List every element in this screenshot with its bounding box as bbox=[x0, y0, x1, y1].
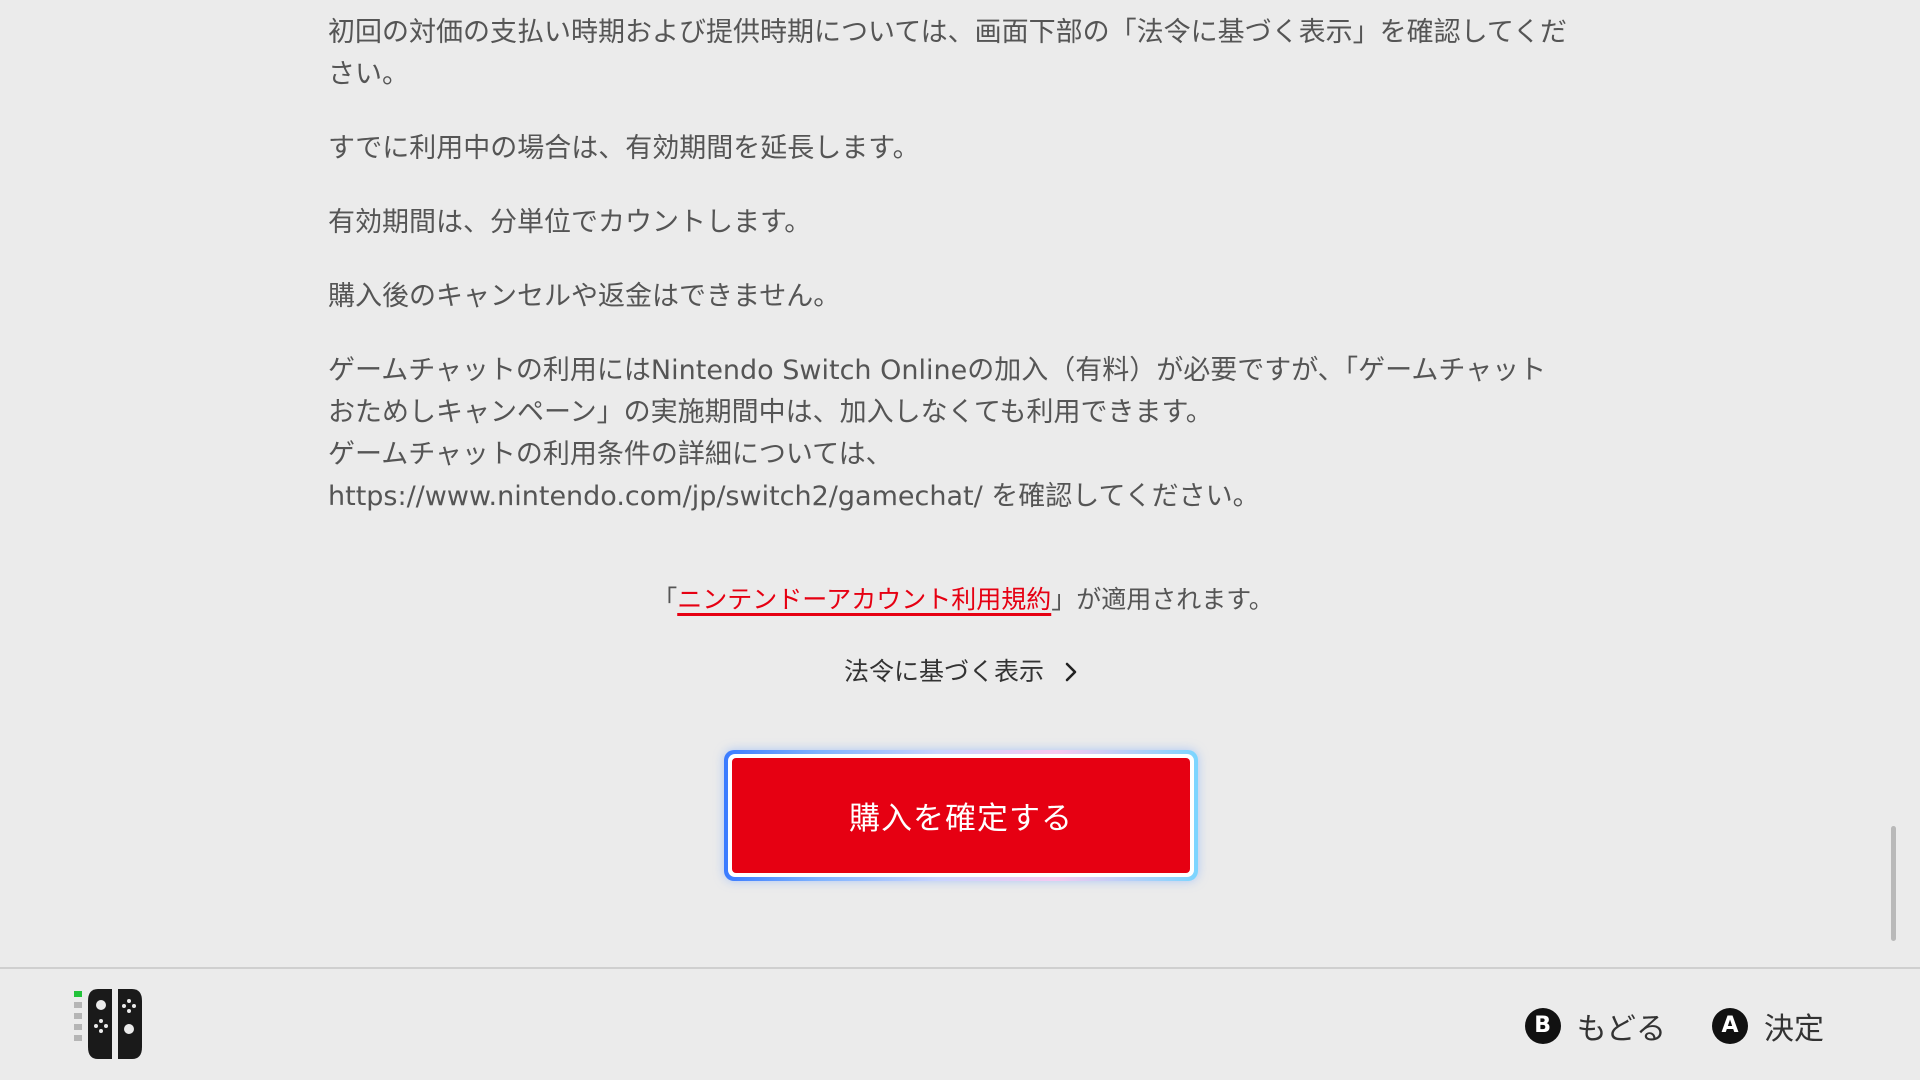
confirm-hint[interactable]: A 決定 bbox=[1712, 1004, 1824, 1048]
extension-note: すでに利用中の場合は、有効期間を延長します。 bbox=[328, 133, 920, 164]
payment-timing-note: 初回の対価の支払い時期および提供時期については、画面下部の「法令に基づく表示」を… bbox=[328, 12, 1598, 96]
note-line: 初回の対価の支払い時期および提供時期については、画面下部の「法令に基づく表示」を… bbox=[328, 17, 1568, 48]
a-button-icon: A bbox=[1712, 1007, 1748, 1044]
minute-count-note: 有効期間は、分単位でカウントします。 bbox=[328, 207, 812, 238]
legal-notice-row: 法令に基づく表示 bbox=[328, 652, 1598, 692]
note-line: おためしキャンペーン」の実施期間中は、加入しなくても利用できます。 bbox=[328, 397, 1213, 428]
note-line: https://www.nintendo.com/jp/switch2/game… bbox=[328, 481, 1260, 512]
gamechat-note: ゲームチャットの利用にはNintendo Switch Onlineの加入（有料… bbox=[328, 350, 1598, 518]
note-line: ゲームチャットの利用にはNintendo Switch Onlineの加入（有料… bbox=[328, 355, 1547, 386]
terms-notice: 「ニンテンドーアカウント利用規約」が適用されます。 bbox=[328, 580, 1598, 620]
joy-con-icon bbox=[74, 989, 142, 1059]
button-hints: B もどる A 決定 bbox=[1524, 969, 1824, 1080]
note-line: さい。 bbox=[328, 59, 409, 90]
shop-confirm-screen: 初回の対価の支払い時期および提供時期については、画面下部の「法令に基づく表示」を… bbox=[0, 0, 1920, 1080]
no-refund-note: 購入後のキャンセルや返金はできません。 bbox=[328, 281, 841, 312]
b-button-icon: B bbox=[1524, 1007, 1561, 1044]
terms-open-bracket: 「 bbox=[652, 585, 678, 614]
note-line: ゲームチャットの利用条件の詳細については、 bbox=[328, 439, 893, 470]
legal-notice-link[interactable]: 法令に基づく表示 bbox=[844, 652, 1082, 692]
account-terms-link[interactable]: ニンテンドーアカウント利用規約 bbox=[677, 585, 1051, 614]
terms-suffix: 」が適用されます。 bbox=[1051, 585, 1274, 614]
confirm-purchase-button[interactable]: 購入を確定する bbox=[732, 758, 1190, 873]
legal-notice-label: 法令に基づく表示 bbox=[843, 657, 1044, 686]
chevron-right-icon bbox=[1065, 662, 1077, 682]
confirm-button-focus-ring: 購入を確定する bbox=[724, 750, 1198, 881]
scrollbar[interactable] bbox=[1891, 826, 1896, 941]
confirm-label: 決定 bbox=[1764, 1011, 1824, 1047]
back-hint[interactable]: B もどる bbox=[1524, 1004, 1666, 1048]
back-label: もどる bbox=[1576, 1011, 1666, 1047]
footer-bar: B もどる A 決定 bbox=[0, 967, 1920, 1080]
confirm-button-border: 購入を確定する bbox=[728, 754, 1194, 877]
